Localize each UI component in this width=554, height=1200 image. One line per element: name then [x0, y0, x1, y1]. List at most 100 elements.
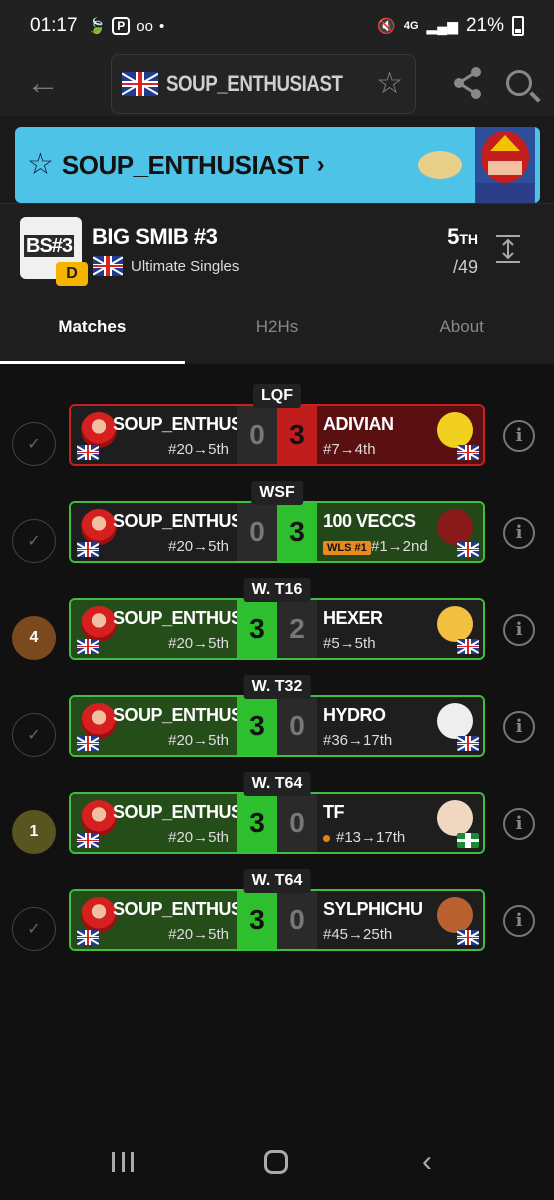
round-label: W. T64	[243, 869, 311, 893]
dot-icon: •	[158, 17, 165, 35]
share-icon[interactable]	[452, 66, 484, 100]
checkmark-icon: ✓	[12, 519, 56, 563]
opponent-seed-wrap: #13→17th	[323, 829, 405, 846]
player-seed: #20→5th	[168, 441, 229, 458]
wls-badge: WLS #1	[323, 541, 371, 555]
uk-flag-icon	[122, 72, 158, 96]
player-seed: #20→5th	[168, 926, 229, 943]
info-icon[interactable]: i	[503, 905, 535, 937]
status-time: 01:17	[30, 15, 78, 36]
checkmark-icon: ✓	[12, 907, 56, 951]
opponent-score: 0	[277, 891, 317, 949]
match-box[interactable]: SOUP_ENTHUSI... #20→5th 0 3 ADIVIAN #7→4…	[69, 404, 485, 466]
opponent-character-icon	[437, 509, 473, 545]
uk-flag-icon	[77, 930, 99, 945]
event-type: Ultimate Singles	[131, 258, 240, 275]
opponent-name: ADIVIAN	[323, 414, 394, 434]
match-row: W. T16 4 SOUP_ENTHUSI... #20→5th 3 2 HEX…	[0, 578, 554, 674]
uk-flag-icon	[77, 445, 99, 460]
tier-badge: D	[56, 262, 88, 286]
profile-search-pill[interactable]: SOUP_ENTHUSIAST ☆	[111, 54, 416, 114]
profile-banner[interactable]: ☆ SOUP_ENTHUSIAST ›	[15, 127, 540, 203]
match-box[interactable]: SOUP_ENTHUSI... #20→5th 3 0 TF #13→17th	[69, 792, 485, 854]
captain-falcon-avatar-icon	[81, 606, 117, 642]
star-icon: ☆	[27, 148, 54, 181]
expand-collapse-icon[interactable]	[494, 234, 522, 264]
player-seed: #20→5th	[168, 732, 229, 749]
parking-icon: P	[112, 17, 131, 35]
system-nav-bar: ‹	[0, 1124, 554, 1200]
round-label: WSF	[251, 481, 303, 505]
upset-factor-badge: 1	[12, 810, 56, 854]
network-label: 4G	[403, 20, 419, 32]
player-score: 0	[237, 503, 277, 561]
captain-falcon-art	[418, 127, 535, 203]
match-box[interactable]: SOUP_ENTHUSI... #20→5th 3 2 HEXER #5→5th	[69, 598, 485, 660]
match-list: LQF ✓ SOUP_ENTHUSI... #20→5th 0 3 ADIVIA…	[0, 364, 554, 1124]
placement: 5TH	[447, 224, 478, 249]
uk-flag-icon	[457, 639, 479, 654]
round-label: W. T32	[243, 675, 311, 699]
round-label: W. T16	[243, 578, 311, 602]
tab-bar: Matches H2Hs About	[0, 306, 554, 364]
player-seed: #20→5th	[168, 538, 229, 555]
tab-matches[interactable]: Matches	[0, 306, 185, 364]
opponent-character-icon	[437, 412, 473, 448]
home-icon[interactable]	[264, 1150, 288, 1174]
opponent-score: 3	[277, 406, 317, 464]
event-name[interactable]: BIG SMIB #3	[92, 224, 218, 250]
captain-falcon-avatar-icon	[81, 897, 117, 933]
info-icon[interactable]: i	[503, 420, 535, 452]
info-icon[interactable]: i	[503, 711, 535, 743]
match-box[interactable]: SOUP_ENTHUSI... #20→5th 3 0 HYDRO #36→17…	[69, 695, 485, 757]
captain-falcon-avatar-icon	[81, 703, 117, 739]
mute-icon: 🔇	[377, 18, 396, 35]
recent-apps-icon[interactable]	[112, 1152, 134, 1172]
uk-flag-icon	[77, 542, 99, 557]
search-icon[interactable]	[506, 70, 532, 96]
player-score: 3	[237, 600, 277, 658]
info-icon[interactable]: i	[503, 808, 535, 840]
captain-falcon-avatar-icon	[81, 509, 117, 545]
status-dot-icon	[323, 834, 330, 842]
player-score: 3	[237, 794, 277, 852]
round-label: LQF	[253, 384, 301, 408]
signal-icon: ▂▄▆	[426, 17, 458, 34]
match-row: W. T32 ✓ SOUP_ENTHUSI... #20→5th 3 0 HYD…	[0, 675, 554, 771]
opponent-name: HYDRO	[323, 705, 386, 725]
player-score: 3	[237, 697, 277, 755]
nav-back-icon[interactable]: ‹	[422, 1147, 432, 1177]
checkmark-icon: ✓	[12, 422, 56, 466]
info-icon[interactable]: i	[503, 614, 535, 646]
opponent-name: HEXER	[323, 608, 383, 628]
info-icon[interactable]: i	[503, 517, 535, 549]
opponent-score: 3	[277, 503, 317, 561]
upset-factor-badge: 4	[12, 616, 56, 660]
status-bar: 01:17 🍃 P oo • 🔇 4G ▂▄▆ 21%	[0, 0, 554, 52]
uk-flag-icon	[457, 736, 479, 751]
opponent-character-icon	[437, 703, 473, 739]
match-row: W. T64 ✓ SOUP_ENTHUSI... #20→5th 3 0 SYL…	[0, 869, 554, 965]
uk-flag-icon	[77, 639, 99, 654]
match-box[interactable]: SOUP_ENTHUSI... #20→5th 0 3 100 VECCS WL…	[69, 501, 485, 563]
opponent-name: 100 VECCS	[323, 511, 416, 531]
match-box[interactable]: SOUP_ENTHUSI... #20→5th 3 0 SYLPHICHU #4…	[69, 889, 485, 951]
battery-label: 21%	[465, 15, 504, 36]
player-seed: #20→5th	[168, 829, 229, 846]
banner-title: SOUP_ENTHUSIAST	[61, 149, 309, 180]
opponent-seed: #36→17th	[323, 732, 393, 749]
checkmark-icon: ✓	[12, 713, 56, 757]
opponent-character-icon	[437, 606, 473, 642]
opponent-score: 0	[277, 794, 317, 852]
uk-flag-icon	[77, 736, 99, 751]
opponent-character-icon	[437, 800, 473, 836]
opponent-seed: #5→5th	[323, 635, 376, 652]
player-seed: #20→5th	[168, 635, 229, 652]
app-bar: ← SOUP_ENTHUSIAST ☆	[0, 52, 554, 116]
back-arrow-icon[interactable]: ←	[26, 66, 62, 102]
tab-about[interactable]: About	[369, 306, 554, 364]
favorite-star-icon[interactable]: ☆	[376, 69, 403, 99]
opponent-score: 0	[277, 697, 317, 755]
tab-h2hs[interactable]: H2Hs	[185, 306, 370, 364]
captain-falcon-avatar-icon	[81, 412, 117, 448]
